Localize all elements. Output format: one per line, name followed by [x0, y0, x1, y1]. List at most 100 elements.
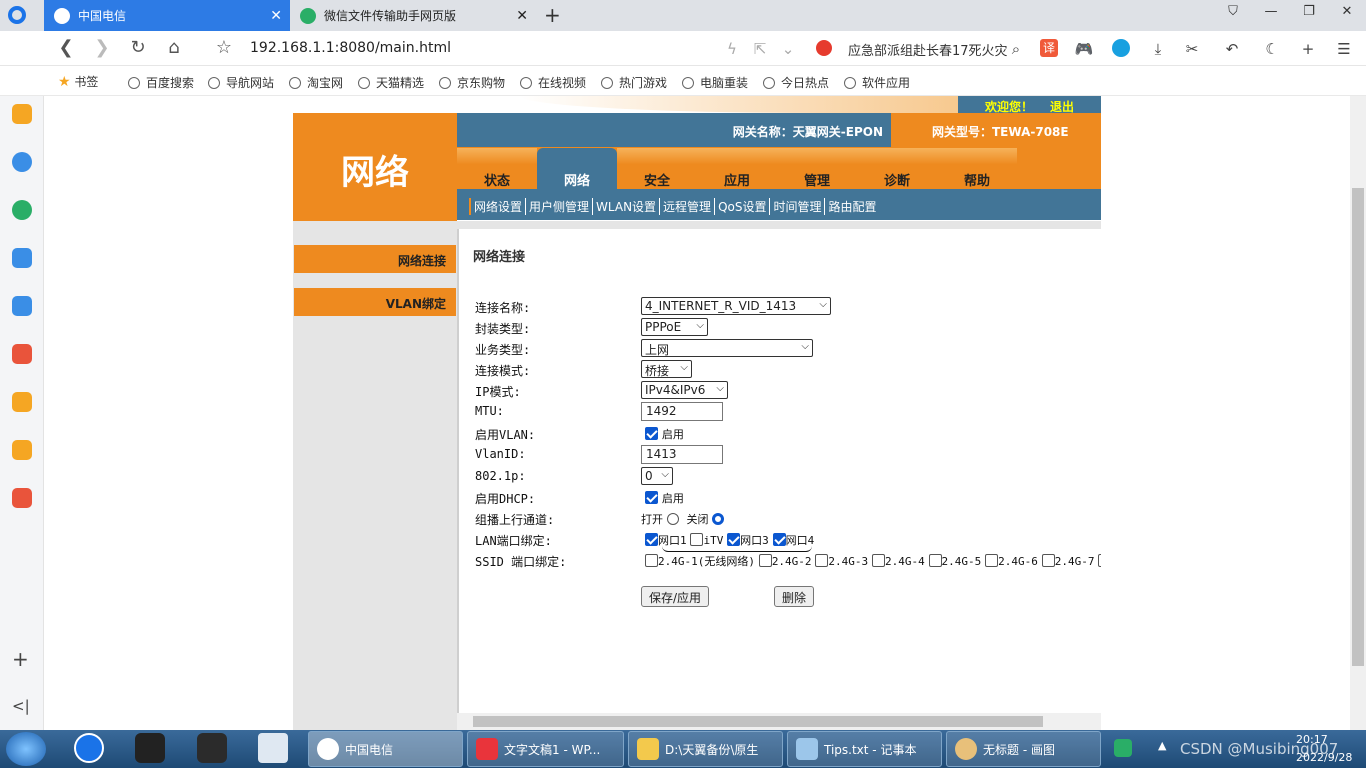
vlanid-input[interactable]: 1413: [641, 445, 723, 464]
dhcp-checkbox[interactable]: 启用: [645, 490, 684, 506]
search-icon[interactable]: ⌕: [1006, 39, 1026, 59]
lan-itv-checkbox[interactable]: [690, 533, 704, 546]
submenu-time[interactable]: 时间管理: [770, 198, 826, 215]
menu-diagnostics[interactable]: 诊断: [857, 148, 937, 189]
p8021-select[interactable]: 0 ⌵: [641, 467, 673, 485]
share-icon[interactable]: ⇱: [750, 39, 770, 59]
url-field[interactable]: 192.168.1.1:8080/main.html: [250, 40, 451, 56]
multicast-off-radio[interactable]: [712, 513, 725, 525]
new-tab-button[interactable]: +: [544, 3, 561, 27]
sidebar-add-button[interactable]: +: [12, 647, 29, 671]
search-icon[interactable]: [12, 392, 32, 412]
star-icon[interactable]: ☆: [212, 37, 236, 61]
multicast-on-radio[interactable]: [666, 513, 679, 525]
vertical-scroll-thumb[interactable]: [1352, 188, 1364, 666]
close-tab-icon[interactable]: ✕: [516, 8, 528, 24]
ssid-checkbox[interactable]: [645, 554, 658, 567]
ssid-checkbox[interactable]: [1098, 554, 1101, 567]
submenu-wlan[interactable]: WLAN设置: [593, 198, 661, 215]
browser-logo-icon[interactable]: [8, 6, 36, 26]
taskbar-item-explorer[interactable]: D:\天翼备份\原生: [628, 731, 783, 767]
bookmark-item[interactable]: 京东购物: [439, 74, 505, 91]
left-menu-vlan-binding[interactable]: VLAN绑定: [294, 288, 456, 316]
back-icon[interactable]: ❮: [54, 37, 78, 61]
menu-network[interactable]: 网络: [537, 148, 617, 189]
submenu-user-side[interactable]: 用户侧管理: [526, 198, 594, 215]
menu-application[interactable]: 应用: [697, 148, 777, 189]
favorites-icon[interactable]: [12, 104, 32, 124]
history-icon[interactable]: [12, 152, 32, 172]
start-button[interactable]: [6, 732, 46, 766]
lan-port-4-checkbox[interactable]: [772, 533, 786, 546]
bookmark-item[interactable]: 天猫精选: [358, 74, 424, 91]
mtu-input[interactable]: 1492: [641, 402, 723, 421]
ip-mode-select[interactable]: IPv4&IPv6 ⌵: [641, 381, 728, 399]
mode-select[interactable]: 桥接 ⌵: [641, 360, 692, 378]
ssid-checkbox[interactable]: [928, 554, 942, 567]
forward-icon[interactable]: ❯: [90, 37, 114, 61]
save-apply-button[interactable]: 保存/应用: [641, 586, 710, 607]
tab-china-telecom[interactable]: 中国电信 ✕: [44, 0, 290, 31]
conn-name-select[interactable]: 4_INTERNET_R_VID_1413 ⌵: [641, 297, 831, 315]
taskbar-item-paint[interactable]: 无标题 - 画图: [946, 731, 1101, 767]
moon-icon[interactable]: ☾: [1262, 39, 1282, 59]
taskbar-item-wps[interactable]: 文字文稿1 - WP...: [467, 731, 624, 767]
sidebar-collapse-button[interactable]: <|: [12, 697, 30, 715]
bookmark-item[interactable]: 百度搜索: [128, 74, 194, 91]
bookmark-item[interactable]: 热门游戏: [601, 74, 667, 91]
lightning-icon[interactable]: ϟ: [722, 39, 742, 59]
chevron-down-icon[interactable]: ⌄: [778, 39, 798, 59]
submenu-routing[interactable]: 路由配置: [825, 198, 879, 215]
close-window-button[interactable]: ✕: [1330, 4, 1364, 26]
tray-app-icon[interactable]: [1114, 739, 1132, 757]
wechat-icon[interactable]: [12, 200, 32, 220]
taskbar-item-browser[interactable]: 中国电信: [308, 731, 463, 767]
menu-management[interactable]: 管理: [777, 148, 857, 189]
add-icon[interactable]: +: [1298, 39, 1318, 59]
ssid-checkbox[interactable]: [985, 554, 999, 567]
bookmark-item[interactable]: 电脑重装: [682, 74, 748, 91]
ssid-checkbox[interactable]: [758, 554, 772, 567]
left-menu-network-connection[interactable]: 网络连接: [294, 245, 456, 273]
menu-help[interactable]: 帮助: [937, 148, 1017, 189]
menu-icon[interactable]: ☰: [1334, 39, 1354, 59]
encap-select[interactable]: PPPoE ⌵: [641, 318, 708, 336]
reload-icon[interactable]: ↻: [126, 37, 150, 61]
horizontal-scroll-thumb[interactable]: [473, 716, 1043, 727]
scissors-icon[interactable]: ✂: [1182, 39, 1202, 59]
home-icon[interactable]: ⌂: [162, 37, 186, 61]
checkbox-checked[interactable]: [645, 491, 658, 504]
taskbar-item-notepad[interactable]: Tips.txt - 记事本: [787, 731, 942, 767]
submenu-remote[interactable]: 远程管理: [660, 198, 716, 215]
menu-status[interactable]: 状态: [457, 148, 537, 189]
bookmark-item[interactable]: 今日热点: [763, 74, 829, 91]
bookmark-item[interactable]: 在线视频: [520, 74, 586, 91]
ssid-checkbox[interactable]: [1041, 554, 1055, 567]
download-icon[interactable]: ⤓: [1148, 39, 1168, 59]
tab-wechat-file[interactable]: 微信文件传输助手网页版 ✕: [290, 0, 536, 31]
link-app-icon[interactable]: [197, 733, 227, 763]
cloud-icon[interactable]: [12, 296, 32, 316]
menu-security[interactable]: 安全: [617, 148, 697, 189]
bookmark-item[interactable]: 软件应用: [844, 74, 910, 91]
service-select[interactable]: 上网 ⌵: [641, 339, 813, 357]
bookmark-item[interactable]: 导航网站: [208, 74, 274, 91]
delete-button[interactable]: 删除: [774, 586, 815, 607]
vlan-enable-checkbox[interactable]: 启用: [645, 426, 684, 442]
ssid-checkbox[interactable]: [815, 554, 829, 567]
submenu-qos[interactable]: QoS设置: [715, 198, 771, 215]
book-icon[interactable]: [12, 440, 32, 460]
translate-icon[interactable]: 译: [1040, 39, 1058, 57]
shirt-icon[interactable]: ⛉: [1216, 4, 1250, 26]
lan-port-3-checkbox[interactable]: [727, 533, 741, 546]
close-tab-icon[interactable]: ✕: [270, 8, 282, 24]
lan-port-1-checkbox[interactable]: [645, 533, 658, 546]
search-engine-icon[interactable]: [816, 40, 832, 56]
pdf-icon[interactable]: [12, 344, 32, 364]
image-icon[interactable]: [12, 488, 32, 508]
tray-expand-icon[interactable]: ▲: [1158, 739, 1166, 752]
game-app-icon[interactable]: [135, 733, 165, 763]
plane-icon[interactable]: [12, 248, 32, 268]
control-panel-icon[interactable]: [258, 733, 288, 763]
submenu-network-settings[interactable]: 网络设置: [469, 198, 527, 215]
